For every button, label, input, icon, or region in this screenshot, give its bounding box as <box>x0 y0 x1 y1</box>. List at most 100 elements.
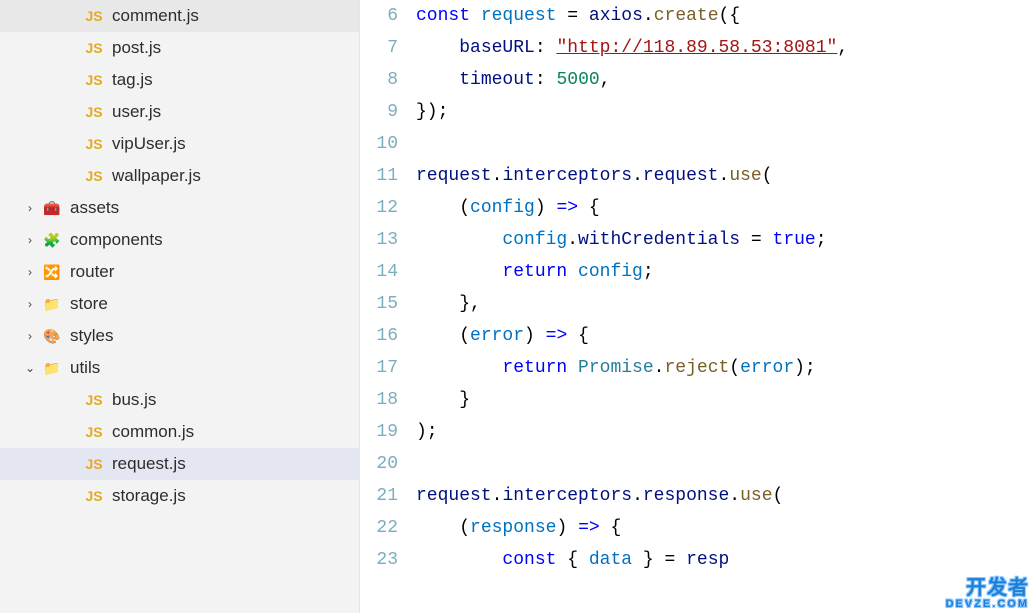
token-var: config <box>578 262 643 282</box>
tree-item-label: router <box>70 262 359 282</box>
token-default <box>675 550 686 570</box>
token-prop: withCredentials <box>578 230 740 250</box>
token-punct: . <box>729 486 740 506</box>
file-tag-js[interactable]: JStag.js <box>0 64 359 96</box>
chevron-right-icon[interactable]: › <box>22 265 38 279</box>
code-line[interactable]: (response) => { <box>416 512 1031 544</box>
folder-icon: 🔀 <box>42 262 62 282</box>
line-number: 23 <box>360 544 398 576</box>
folder-assets[interactable]: ›🧰assets <box>0 192 359 224</box>
token-var: config <box>470 198 535 218</box>
line-number: 13 <box>360 224 398 256</box>
line-number: 6 <box>360 0 398 32</box>
code-line[interactable]: timeout: 5000, <box>416 64 1031 96</box>
folder-components[interactable]: ›🧩components <box>0 224 359 256</box>
file-request-js[interactable]: JSrequest.js <box>0 448 359 480</box>
file-wallpaper-js[interactable]: JSwallpaper.js <box>0 160 359 192</box>
code-line[interactable] <box>416 128 1031 160</box>
token-prop: request <box>416 166 492 186</box>
file-user-js[interactable]: JSuser.js <box>0 96 359 128</box>
chevron-right-icon[interactable]: › <box>22 233 38 247</box>
token-default <box>416 390 459 410</box>
code-content[interactable]: const request = axios.create({ baseURL: … <box>416 0 1031 613</box>
folder-utils[interactable]: ⌄📁utils <box>0 352 359 384</box>
file-bus-js[interactable]: JSbus.js <box>0 384 359 416</box>
code-line[interactable]: request.interceptors.request.use( <box>416 160 1031 192</box>
tree-item-label: store <box>70 294 359 314</box>
token-punct: ({ <box>719 6 741 26</box>
chevron-right-icon[interactable]: › <box>22 201 38 215</box>
file-common-js[interactable]: JScommon.js <box>0 416 359 448</box>
folder-styles[interactable]: ›🎨styles <box>0 320 359 352</box>
code-line[interactable]: return Promise.reject(error); <box>416 352 1031 384</box>
code-line[interactable]: return config; <box>416 256 1031 288</box>
js-file-icon: JS <box>84 486 104 506</box>
token-default <box>416 358 502 378</box>
tree-item-label: assets <box>70 198 359 218</box>
token-fn: reject <box>664 358 729 378</box>
tree-item-label: common.js <box>112 422 359 442</box>
folder-store[interactable]: ›📁store <box>0 288 359 320</box>
token-default <box>556 550 567 570</box>
folder-icon: 🧩 <box>42 230 62 250</box>
token-default <box>416 294 459 314</box>
token-kw: const <box>502 550 556 570</box>
token-punct: = <box>751 230 762 250</box>
code-line[interactable]: }, <box>416 288 1031 320</box>
code-line[interactable] <box>416 448 1031 480</box>
token-punct: ); <box>794 358 816 378</box>
line-number: 19 <box>360 416 398 448</box>
token-punct: ; <box>643 262 654 282</box>
token-default <box>567 358 578 378</box>
token-prop: interceptors <box>502 166 632 186</box>
code-line[interactable]: (config) => { <box>416 192 1031 224</box>
token-punct: }, <box>459 294 481 314</box>
tree-item-label: tag.js <box>112 70 359 90</box>
file-explorer[interactable]: JScomment.jsJSpost.jsJStag.jsJSuser.jsJS… <box>0 0 360 613</box>
code-line[interactable]: baseURL: "http://118.89.58.53:8081", <box>416 32 1031 64</box>
code-line[interactable]: config.withCredentials = true; <box>416 224 1031 256</box>
file-comment-js[interactable]: JScomment.js <box>0 0 359 32</box>
folder-router[interactable]: › 🔀 router <box>0 256 359 288</box>
token-punct: = <box>665 550 676 570</box>
code-line[interactable]: request.interceptors.response.use( <box>416 480 1031 512</box>
code-line[interactable]: } <box>416 384 1031 416</box>
token-punct: ( <box>729 358 740 378</box>
token-punct: . <box>632 486 643 506</box>
folder-icon: 🎨 <box>42 326 62 346</box>
token-punct: ) <box>556 518 567 538</box>
token-punct: : <box>535 38 546 58</box>
token-default <box>600 518 611 538</box>
code-line[interactable]: const { data } = resp <box>416 544 1031 576</box>
js-file-icon: JS <box>84 134 104 154</box>
token-punct: ( <box>459 326 470 346</box>
token-punct: . <box>567 230 578 250</box>
token-default <box>416 326 459 346</box>
token-prop: baseURL <box>459 38 535 58</box>
chevron-down-icon[interactable]: ⌄ <box>22 361 38 375</box>
token-var: error <box>470 326 524 346</box>
code-editor[interactable]: 67891011121314151617181920212223 const r… <box>360 0 1031 613</box>
line-number: 10 <box>360 128 398 160</box>
file-vipUser-js[interactable]: JSvipUser.js <box>0 128 359 160</box>
chevron-right-icon[interactable]: › <box>22 329 38 343</box>
token-punct: ); <box>416 422 438 442</box>
token-kw: return <box>502 358 567 378</box>
token-kw: const <box>416 6 470 26</box>
code-line[interactable]: const request = axios.create({ <box>416 0 1031 32</box>
line-number: 22 <box>360 512 398 544</box>
tree-item-label: utils <box>70 358 359 378</box>
file-storage-js[interactable]: JSstorage.js <box>0 480 359 512</box>
code-line[interactable]: ); <box>416 416 1031 448</box>
token-fn: use <box>740 486 772 506</box>
chevron-right-icon[interactable]: › <box>22 297 38 311</box>
token-default <box>416 262 502 282</box>
code-line[interactable]: (error) => { <box>416 320 1031 352</box>
line-number-gutter: 67891011121314151617181920212223 <box>360 0 416 613</box>
tree-item-label: request.js <box>112 454 359 474</box>
token-default <box>578 6 589 26</box>
file-post-js[interactable]: JSpost.js <box>0 32 359 64</box>
token-punct: } <box>632 550 654 570</box>
code-line[interactable]: }); <box>416 96 1031 128</box>
token-prop: interceptors <box>502 486 632 506</box>
